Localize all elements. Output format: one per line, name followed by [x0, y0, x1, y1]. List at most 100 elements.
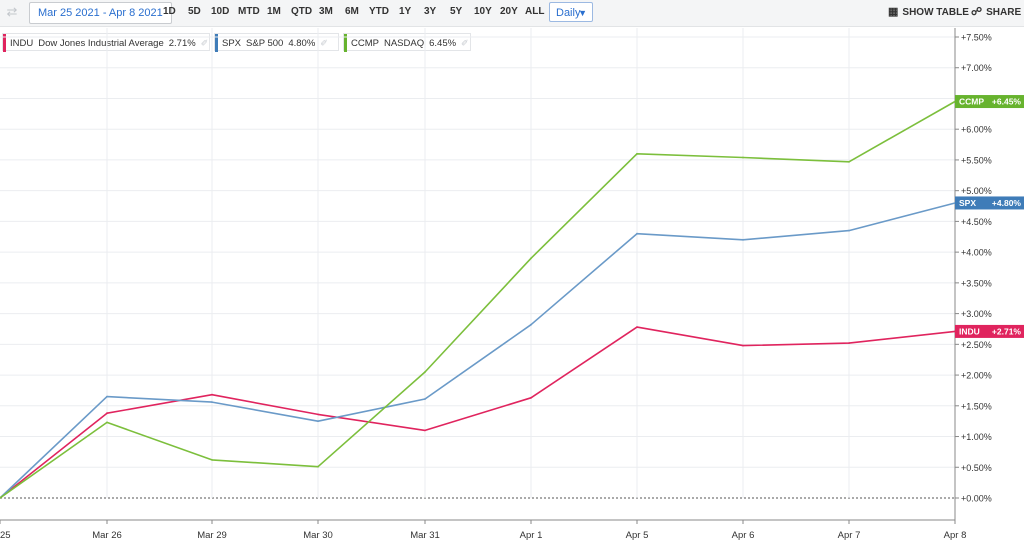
end-tag-spx — [955, 196, 1024, 210]
data-point-indu — [211, 393, 213, 396]
x-tick-label: Apr 1 — [520, 530, 543, 541]
show-table-label: SHOW TABLE — [902, 7, 969, 18]
share-icon: ☍ — [971, 6, 983, 18]
data-point-indu — [106, 412, 108, 415]
data-point-spx — [636, 232, 638, 235]
range-button-all[interactable]: ALL — [525, 2, 544, 22]
data-point-spx — [106, 395, 108, 398]
range-button-10y[interactable]: 10Y — [474, 2, 492, 22]
x-tick-label: 25 — [0, 530, 11, 541]
y-tick-label: +2.00% — [961, 371, 992, 381]
legend-symbol: CCMP — [351, 38, 379, 49]
y-tick-label: +3.50% — [961, 278, 992, 288]
y-tick-label: +1.50% — [961, 401, 992, 411]
end-tag-value: +2.71% — [992, 326, 1022, 336]
line-chart: +0.00% +0.50% +1.00% +1.50% +2.00% +2.50% +3.0… — [0, 28, 1024, 541]
show-table-button[interactable]: ▦ SHOW TABLE — [888, 2, 969, 22]
range-button-1m[interactable]: 1M — [267, 2, 281, 22]
pin-icon[interactable]: ✐ — [320, 38, 328, 48]
legend-name: Dow Jones Industrial Average — [38, 38, 164, 49]
x-tick-label: Apr 5 — [626, 530, 649, 541]
data-point-ccmp — [954, 100, 956, 103]
data-point-ccmp — [848, 160, 850, 163]
y-tick-label: +4.00% — [961, 248, 992, 258]
legend-name: S&P 500 — [246, 38, 284, 49]
data-point-ccmp — [211, 459, 213, 461]
interval-dropdown[interactable]: Daily ▼ — [549, 2, 593, 22]
range-button-ytd[interactable]: YTD — [369, 2, 389, 22]
x-tick-label: Mar 31 — [410, 530, 440, 541]
legend-name: NASDAQ — [383, 38, 425, 49]
data-point-ccmp — [742, 156, 744, 159]
legend-color-swatch — [215, 34, 218, 52]
date-range-picker[interactable]: Mar 25 2021 - Apr 8 2021 — [29, 2, 172, 24]
legend-symbol: INDU — [10, 38, 34, 49]
range-button-5d[interactable]: 5D — [188, 2, 201, 22]
range-button-qtd[interactable]: QTD — [291, 2, 312, 22]
range-button-3y[interactable]: 3Y — [424, 2, 436, 22]
data-point-indu — [954, 330, 956, 333]
range-button-20y[interactable]: 20Y — [500, 2, 518, 22]
series-line-ccmp — [0, 100, 956, 499]
y-tick-label: +5.50% — [961, 155, 992, 165]
legend-item-spx[interactable]: SPX S&P 500 4.80% ✐ — [214, 33, 339, 52]
share-label: SHARE — [986, 7, 1022, 18]
pin-icon[interactable]: ✐ — [201, 38, 209, 48]
data-point-ccmp — [317, 465, 319, 468]
y-tick-label: +6.50% — [961, 94, 992, 104]
end-tag-ccmp — [955, 95, 1024, 109]
end-tag-symbol: INDU — [959, 326, 980, 336]
y-tick-label: +5.00% — [961, 186, 992, 196]
data-point-indu — [742, 344, 744, 347]
interval-value: Daily — [556, 7, 581, 19]
range-button-mtd[interactable]: MTD — [238, 2, 260, 22]
series-line-spx — [0, 202, 956, 499]
chart-toolbar: ⇄ Mar 25 2021 - Apr 8 2021 1D 5D 10D MTD 1M Q… — [0, 0, 1024, 27]
data-point-indu — [530, 396, 532, 399]
data-point-indu — [848, 342, 850, 344]
data-point-spx — [954, 202, 956, 204]
x-tick-label: Apr 6 — [732, 530, 755, 541]
data-point-ccmp — [636, 152, 638, 155]
data-point-ccmp — [106, 421, 108, 424]
end-tag-indu — [955, 324, 1024, 338]
legend-value: 4.80% — [288, 38, 316, 49]
data-point-indu — [317, 413, 319, 416]
end-tag-symbol: SPX — [959, 198, 976, 208]
data-point-ccmp — [0, 497, 1, 499]
data-point-spx — [211, 401, 213, 403]
data-point-indu — [0, 497, 1, 499]
legend-item-ccmp[interactable]: CCMP NASDAQ 6.45% ✐ — [343, 33, 471, 52]
data-point-spx — [530, 323, 532, 326]
end-tag-value: +6.45% — [992, 97, 1022, 107]
y-tick-label: +7.50% — [961, 33, 992, 43]
data-point-spx — [0, 497, 1, 499]
chevron-down-icon: ▼ — [578, 8, 587, 18]
range-button-5y[interactable]: 5Y — [450, 2, 462, 22]
data-point-spx — [848, 229, 850, 232]
range-button-1y[interactable]: 1Y — [399, 2, 411, 22]
x-tick-label: Mar 26 — [92, 530, 122, 541]
range-button-6m[interactable]: 6M — [345, 2, 359, 22]
y-tick-label: +4.50% — [961, 217, 992, 227]
y-tick-label: +0.00% — [961, 494, 992, 504]
range-button-3m[interactable]: 3M — [319, 2, 333, 22]
legend-value: 6.45% — [429, 38, 457, 49]
data-point-ccmp — [530, 257, 532, 260]
y-tick-label: +1.00% — [961, 432, 992, 442]
legend-color-swatch — [344, 34, 347, 52]
data-point-spx — [317, 420, 319, 423]
legend-color-swatch — [3, 34, 6, 52]
x-tick-label: Mar 29 — [197, 530, 227, 541]
x-tick-label: Mar 30 — [303, 530, 333, 541]
pin-icon[interactable]: ✐ — [461, 38, 469, 48]
share-button[interactable]: ☍ SHARE — [971, 2, 1021, 22]
data-point-spx — [742, 238, 744, 241]
data-point-spx — [424, 398, 426, 400]
range-button-1d[interactable]: 1D — [163, 2, 176, 22]
collapse-icon[interactable]: ⇄ — [4, 4, 20, 20]
data-point-indu — [636, 326, 638, 328]
table-icon: ▦ — [888, 6, 899, 18]
legend-item-indu[interactable]: INDU Dow Jones Industrial Average 2.71% ✐ — [2, 33, 210, 52]
range-button-10d[interactable]: 10D — [211, 2, 229, 22]
